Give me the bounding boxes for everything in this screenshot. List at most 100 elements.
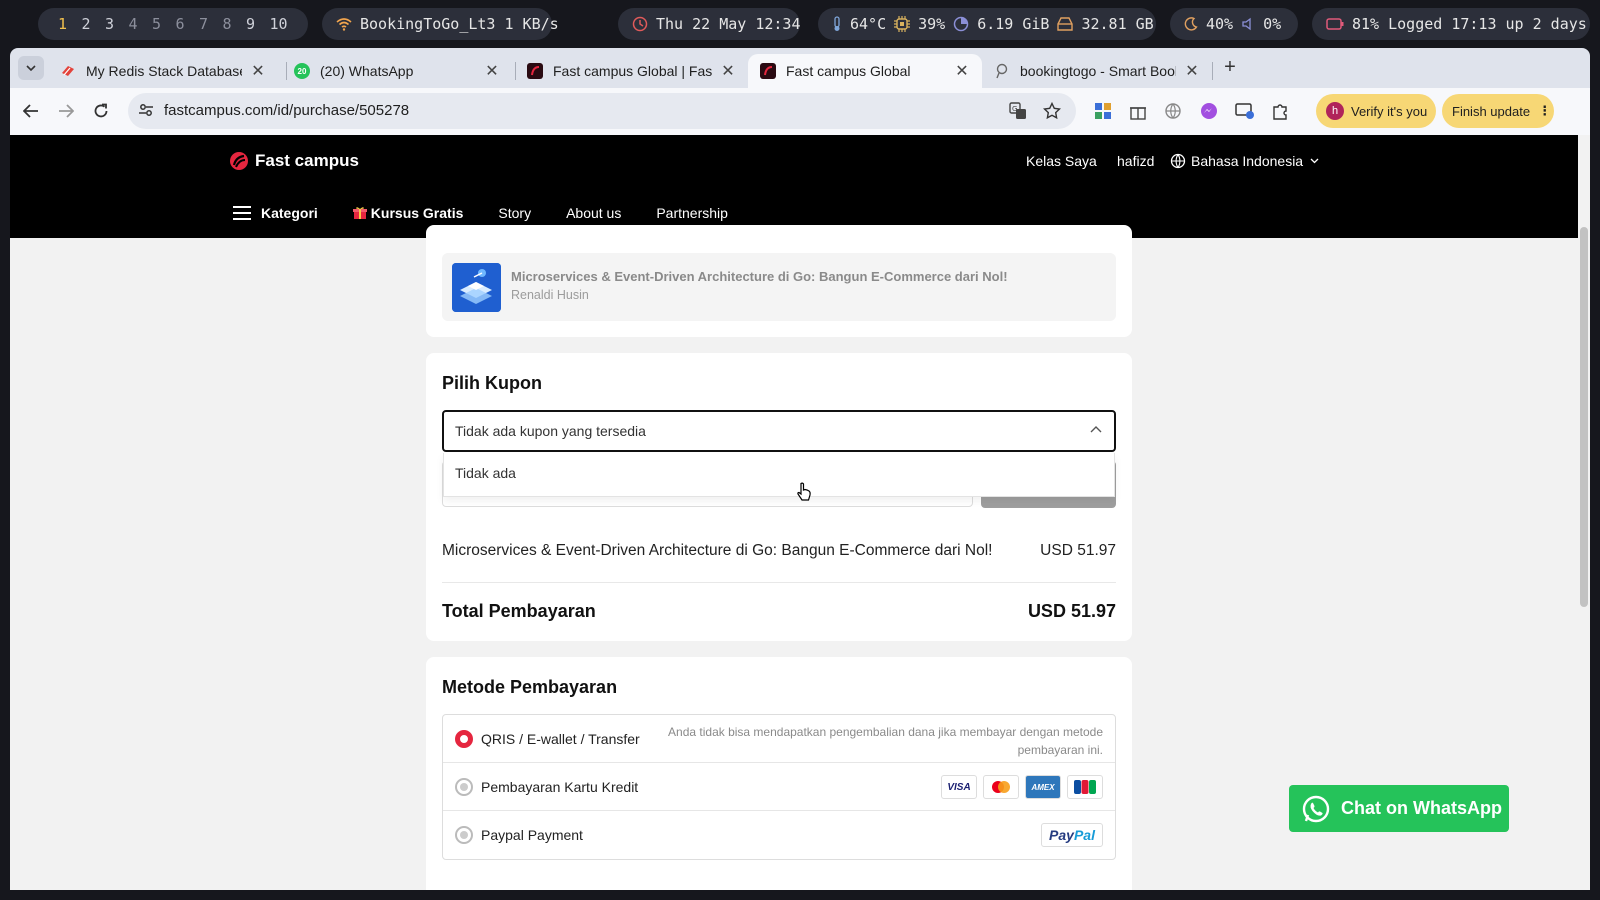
free-courses-link[interactable]: Kursus Gratis	[352, 205, 464, 221]
total-payment-row: Total Pembayaran USD 51.97	[442, 601, 1116, 622]
whatsapp-button-label: Chat on WhatsApp	[1341, 798, 1502, 818]
workspace-8[interactable]: 8	[223, 15, 247, 33]
tab-redis[interactable]: My Redis Stack Database - B ✕	[48, 54, 278, 88]
payment-option-qris[interactable]: QRIS / E-wallet / Transfer Anda tidak bi…	[443, 715, 1115, 763]
mouse-cursor	[796, 482, 812, 507]
gift-icon	[352, 206, 367, 220]
workspace-switcher[interactable]: 1 2 3 4 5 6 7 8 9 10	[38, 8, 308, 40]
tab-bookingtogo[interactable]: bookingtogo - Smart Bookin ✕	[982, 54, 1212, 88]
disk-icon	[1057, 17, 1074, 31]
system-stats: 64°C 39% 6.19 GiB 32.81 GB	[818, 8, 1156, 40]
verify-identity-button[interactable]: h Verify it's you	[1316, 94, 1436, 128]
url-text[interactable]: fastcampus.com/id/purchase/505278	[164, 102, 409, 119]
volume-muted-icon	[1241, 17, 1255, 31]
tab-fastcampus-global-active[interactable]: Fast campus Global ✕	[748, 54, 982, 88]
radio-unselected[interactable]	[455, 778, 473, 796]
disk-label: 32.81 GB	[1081, 15, 1154, 33]
username-link[interactable]: hafizd	[1117, 153, 1154, 169]
tab-search-button[interactable]	[18, 56, 44, 80]
radio-unselected[interactable]	[455, 826, 473, 844]
globe-extension-icon[interactable]	[1162, 100, 1184, 122]
course-item: Microservices & Event-Driven Architectur…	[442, 253, 1116, 321]
forward-button[interactable]	[53, 98, 79, 124]
course-title: Microservices & Event-Driven Architectur…	[511, 269, 1008, 284]
brightness-icon	[1184, 17, 1198, 31]
workspace-6[interactable]: 6	[176, 15, 200, 33]
payment-option-label: Paypal Payment	[481, 827, 583, 843]
network-status: BookingToGo_Lt3 1 KB/s	[322, 8, 559, 40]
tab-whatsapp[interactable]: 20 (20) WhatsApp ✕	[282, 54, 512, 88]
more-vert-icon: ⋮	[1538, 103, 1552, 118]
reload-button[interactable]	[88, 98, 114, 124]
whatsapp-icon	[1302, 795, 1330, 822]
thermometer-icon	[832, 16, 842, 32]
payment-options: QRIS / E-wallet / Transfer Anda tidak bi…	[442, 714, 1116, 860]
cast-extension-icon[interactable]	[1234, 100, 1256, 122]
tab-strip: My Redis Stack Database - B ✕ 20 (20) Wh…	[10, 48, 1590, 88]
gift-extension-icon[interactable]	[1127, 100, 1149, 122]
category-menu[interactable]: Kategori	[232, 205, 318, 221]
radio-selected[interactable]	[455, 730, 473, 748]
workspace-1[interactable]: 1	[58, 15, 82, 33]
line-item-price: USD 51.97	[1040, 542, 1116, 559]
datetime-label: Thu 22 May 12:34	[656, 15, 801, 33]
whatsapp-icon: 20	[294, 63, 310, 79]
coupon-option[interactable]: Tidak ada	[455, 465, 516, 481]
coupon-card: Pilih Kupon Tidak ada kupon yang tersedi…	[426, 353, 1132, 641]
scrollbar-thumb[interactable]	[1580, 227, 1588, 607]
coupon-select-value: Tidak ada kupon yang tersedia	[455, 423, 646, 439]
amex-icon: AMEX	[1025, 775, 1061, 799]
jcb-icon	[1067, 775, 1103, 799]
coupon-select[interactable]: Tidak ada kupon yang tersedia	[442, 410, 1116, 452]
line-item-title: Microservices & Event-Driven Architectur…	[442, 542, 993, 559]
course-author: Renaldi Husin	[511, 288, 589, 302]
chevron-up-icon	[1090, 426, 1102, 433]
close-icon[interactable]: ✕	[954, 61, 970, 81]
fastcampus-logo[interactable]: Fast campus	[229, 151, 359, 171]
story-link[interactable]: Story	[498, 205, 531, 221]
partnership-link[interactable]: Partnership	[656, 205, 728, 221]
workspace-9[interactable]: 9	[246, 15, 270, 33]
payment-option-label: Pembayaran Kartu Kredit	[481, 779, 639, 795]
total-label: Total Pembayaran	[442, 601, 596, 621]
clock-icon	[632, 16, 648, 32]
workspace-3[interactable]: 3	[105, 15, 129, 33]
about-us-link[interactable]: About us	[566, 205, 621, 221]
page-scrollbar[interactable]	[1578, 135, 1590, 890]
bookingtogo-icon	[994, 63, 1010, 79]
course-summary-card: Microservices & Event-Driven Architectur…	[426, 225, 1132, 337]
close-icon[interactable]: ✕	[1184, 61, 1200, 81]
language-label: Bahasa Indonesia	[1191, 153, 1304, 169]
my-classes-link[interactable]: Kelas Saya	[1026, 153, 1097, 169]
workspace-10[interactable]: 10	[270, 15, 294, 33]
payment-option-paypal[interactable]: Paypal Payment Pay Pal	[443, 811, 1115, 859]
site-info-icon[interactable]	[138, 102, 154, 123]
bookmark-star-icon[interactable]	[1042, 101, 1062, 121]
back-button[interactable]	[18, 98, 44, 124]
card-brand-logos: VISA AMEX	[935, 775, 1103, 799]
messenger-extension-icon[interactable]	[1198, 100, 1220, 122]
workspace-4[interactable]: 4	[129, 15, 153, 33]
tab-fastcampus-global-1[interactable]: Fast campus Global | Fast ca ✕	[515, 54, 748, 88]
workspace-5[interactable]: 5	[152, 15, 176, 33]
globe-icon	[1170, 153, 1186, 169]
address-bar[interactable]: fastcampus.com/id/purchase/505278 G	[128, 93, 1076, 129]
brightness-volume: 40% 0%	[1170, 8, 1298, 40]
translate-icon[interactable]: G	[1008, 101, 1028, 121]
finish-update-button[interactable]: Finish update ⋮	[1442, 94, 1554, 128]
new-tab-button[interactable]: +	[1218, 56, 1242, 80]
close-icon[interactable]: ✕	[720, 61, 736, 81]
course-thumbnail	[452, 263, 501, 312]
main-nav: Kategori Kursus Gratis Story About us Pa…	[232, 205, 763, 221]
payment-method-card: Metode Pembayaran QRIS / E-wallet / Tran…	[426, 657, 1132, 890]
close-icon[interactable]: ✕	[484, 61, 500, 81]
puzzle-extension-icon[interactable]	[1269, 100, 1291, 122]
workspace-7[interactable]: 7	[199, 15, 223, 33]
language-selector[interactable]: Bahasa Indonesia	[1170, 153, 1319, 169]
payment-option-credit-card[interactable]: Pembayaran Kartu Kredit VISA AMEX	[443, 763, 1115, 811]
close-icon[interactable]: ✕	[250, 61, 266, 81]
apps-extension-icon[interactable]	[1092, 100, 1114, 122]
free-courses-label: Kursus Gratis	[370, 205, 464, 221]
workspace-2[interactable]: 2	[82, 15, 106, 33]
chat-whatsapp-button[interactable]: Chat on WhatsApp	[1289, 785, 1509, 832]
